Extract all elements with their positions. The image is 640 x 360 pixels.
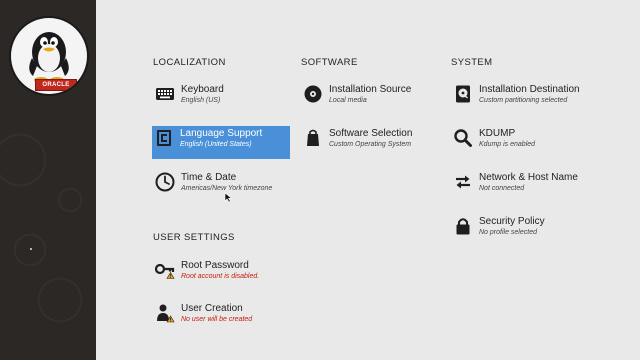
keyboard-spoke[interactable]: Keyboard English (US) xyxy=(153,84,290,114)
root-password-spoke[interactable]: Root Password Root account is disabled. xyxy=(153,260,290,290)
security-policy-spoke[interactable]: Security Policy No profile selected xyxy=(451,216,601,246)
user-creation-spoke[interactable]: User Creation No user will be created xyxy=(153,303,290,333)
network-hostname-spoke[interactable]: Network & Host Name Not connected xyxy=(451,172,601,202)
language-support-label: Language Support xyxy=(180,128,263,139)
language-support-spoke[interactable]: Language Support English (United States) xyxy=(152,126,290,159)
disc-icon xyxy=(303,84,323,104)
user-creation-status: No user will be created xyxy=(181,316,253,323)
user-creation-label: User Creation xyxy=(181,303,243,314)
installation-destination-label: Installation Destination xyxy=(479,84,580,95)
software-selection-status: Custom Operating System xyxy=(329,141,412,148)
decorative-dot xyxy=(30,248,32,250)
sidebar: ORACLE xyxy=(0,0,96,360)
security-policy-label: Security Policy xyxy=(479,216,545,227)
lock-icon xyxy=(453,216,473,236)
language-support-status: English (United States) xyxy=(180,141,252,148)
mouse-cursor-icon xyxy=(224,189,234,203)
language-icon xyxy=(154,128,174,148)
installation-summary-hub: LOCALIZATION Keyboard English (US) Langu… xyxy=(96,0,640,360)
keyboard-icon xyxy=(155,84,175,104)
localization-heading: LOCALIZATION xyxy=(153,57,226,68)
network-arrows-icon xyxy=(453,172,473,192)
kdump-status: Kdump is enabled xyxy=(479,141,536,148)
keyboard-label: Keyboard xyxy=(181,84,224,95)
software-selection-label: Software Selection xyxy=(329,128,413,139)
network-hostname-status: Not connected xyxy=(479,185,525,192)
installation-destination-status: Custom partitioning selected xyxy=(479,97,568,104)
installation-source-spoke[interactable]: Installation Source Local media xyxy=(301,84,441,114)
oracle-tux-logo: ORACLE xyxy=(11,18,87,94)
root-password-status: Root account is disabled. xyxy=(181,273,260,280)
kdump-spoke[interactable]: KDUMP Kdump is enabled xyxy=(451,128,601,158)
user-settings-heading: USER SETTINGS xyxy=(153,232,235,243)
keyboard-status: English (US) xyxy=(181,97,221,104)
installation-source-label: Installation Source xyxy=(329,84,412,95)
time-date-label: Time & Date xyxy=(181,172,237,183)
software-selection-spoke[interactable]: Software Selection Custom Operating Syst… xyxy=(301,128,441,158)
installation-destination-spoke[interactable]: Installation Destination Custom partitio… xyxy=(451,84,601,114)
user-warning-icon xyxy=(155,303,175,323)
clock-icon xyxy=(155,172,175,192)
system-heading: SYSTEM xyxy=(451,57,493,68)
oracle-sign: ORACLE xyxy=(35,79,77,91)
installation-source-status: Local media xyxy=(329,97,367,104)
package-icon xyxy=(303,128,323,148)
security-policy-status: No profile selected xyxy=(479,229,537,236)
software-heading: SOFTWARE xyxy=(301,57,358,68)
key-warning-icon xyxy=(155,260,175,280)
search-icon xyxy=(453,128,473,148)
harddisk-icon xyxy=(453,84,473,104)
network-hostname-label: Network & Host Name xyxy=(479,172,578,183)
kdump-label: KDUMP xyxy=(479,128,516,139)
time-date-spoke[interactable]: Time & Date Americas/New York timezone xyxy=(153,172,290,202)
root-password-label: Root Password xyxy=(181,260,249,271)
